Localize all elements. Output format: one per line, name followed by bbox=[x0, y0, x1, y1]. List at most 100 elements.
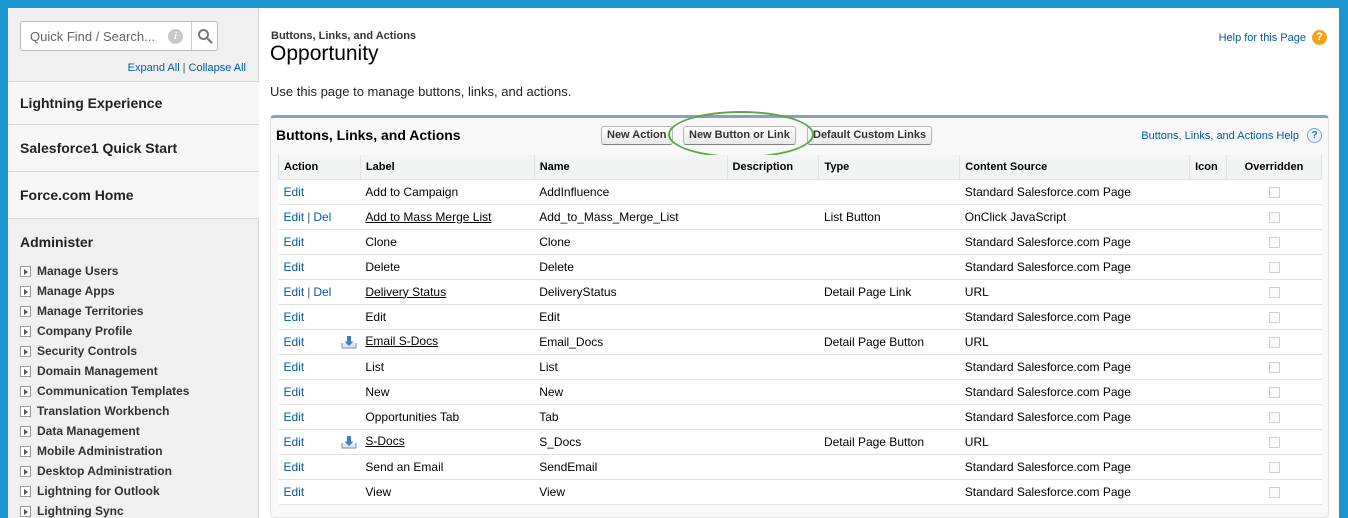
sidebar-item-label: Security Controls bbox=[37, 344, 138, 358]
help-for-page[interactable]: Help for this Page ? bbox=[1219, 30, 1327, 45]
edit-link[interactable]: Edit bbox=[284, 285, 305, 299]
help-icon[interactable]: ? bbox=[1312, 30, 1327, 45]
sidebar-item-desktop-administration[interactable]: Desktop Administration bbox=[20, 461, 189, 481]
name-cell: Tab bbox=[534, 404, 728, 430]
overridden-checkbox[interactable] bbox=[1268, 186, 1280, 198]
content-source-cell: Standard Salesforce.com Page bbox=[959, 179, 1190, 205]
sidebar-item-manage-apps[interactable]: Manage Apps bbox=[20, 281, 189, 301]
sidebar-item-manage-users[interactable]: Manage Users bbox=[20, 261, 189, 281]
sidebar-item-data-management[interactable]: Data Management bbox=[20, 421, 189, 441]
description-cell bbox=[727, 279, 819, 305]
sidebar-item-mobile-administration[interactable]: Mobile Administration bbox=[20, 441, 189, 461]
label-link[interactable]: Add to Mass Merge List bbox=[365, 210, 491, 224]
icon-cell bbox=[1189, 329, 1227, 355]
expand-triangle-icon bbox=[20, 405, 31, 417]
overridden-cell bbox=[1226, 479, 1322, 505]
description-cell bbox=[727, 179, 819, 205]
sidebar-item-translation-workbench[interactable]: Translation Workbench bbox=[20, 401, 189, 421]
collapse-all-link[interactable]: Collapse All bbox=[189, 62, 246, 74]
app-frame: i Expand All|Collapse All Lightning Expe… bbox=[8, 8, 1339, 518]
edit-link[interactable]: Edit bbox=[284, 260, 305, 274]
download-icon bbox=[341, 435, 357, 449]
sidebar-item-lightning-for-outlook[interactable]: Lightning for Outlook bbox=[20, 481, 189, 501]
del-link[interactable]: Del bbox=[313, 285, 331, 299]
name-cell: Delete bbox=[534, 254, 728, 280]
sidebar-item-label: Manage Territories bbox=[37, 304, 144, 318]
sidebar-item-domain-management[interactable]: Domain Management bbox=[20, 361, 189, 381]
icon-cell bbox=[1189, 279, 1227, 305]
overridden-checkbox[interactable] bbox=[1268, 336, 1280, 348]
column-header-content-source: Content Source bbox=[959, 155, 1191, 180]
overridden-checkbox[interactable] bbox=[1268, 311, 1280, 323]
expand-triangle-icon bbox=[20, 345, 31, 357]
overridden-checkbox[interactable] bbox=[1268, 411, 1280, 423]
search-button[interactable] bbox=[192, 22, 218, 50]
overridden-cell bbox=[1226, 329, 1322, 355]
expand-all-link[interactable]: Expand All bbox=[128, 62, 180, 74]
label-link[interactable]: S-Docs bbox=[365, 434, 404, 448]
edit-link[interactable]: Edit bbox=[284, 485, 305, 499]
sidebar-item-company-profile[interactable]: Company Profile bbox=[20, 321, 189, 341]
description-cell bbox=[727, 354, 819, 380]
administer-list: Manage Users Manage Apps Manage Territor… bbox=[20, 261, 189, 518]
expand-triangle-icon bbox=[20, 445, 31, 457]
name-cell: S_Docs bbox=[534, 429, 728, 455]
default-custom-links-button[interactable]: Default Custom Links bbox=[807, 126, 933, 145]
overridden-checkbox[interactable] bbox=[1268, 286, 1280, 298]
new-button-or-link-button[interactable]: New Button or Link bbox=[683, 126, 796, 145]
expand-separator: | bbox=[182, 62, 186, 74]
label-cell: Add to Mass Merge List bbox=[360, 204, 535, 230]
panel-help-link[interactable]: Buttons, Links, and Actions Help bbox=[1141, 130, 1299, 142]
edit-link[interactable]: Edit bbox=[284, 460, 305, 474]
sidebar-item-security-controls[interactable]: Security Controls bbox=[20, 341, 189, 361]
question-mark-icon[interactable]: ? bbox=[1307, 128, 1322, 143]
edit-link[interactable]: Edit bbox=[284, 385, 305, 399]
edit-link[interactable]: Edit bbox=[284, 185, 305, 199]
panel-help[interactable]: Buttons, Links, and Actions Help ? bbox=[1141, 128, 1322, 143]
panel-title: Buttons, Links, and Actions bbox=[276, 127, 461, 143]
overridden-checkbox[interactable] bbox=[1268, 261, 1280, 273]
edit-link[interactable]: Edit bbox=[284, 310, 305, 324]
edit-link[interactable]: Edit bbox=[284, 235, 305, 249]
sidebar-section-force-com-home[interactable]: Force.com Home bbox=[8, 172, 259, 219]
action-cell: Edit bbox=[278, 479, 361, 505]
description-cell bbox=[727, 379, 819, 405]
edit-link[interactable]: Edit bbox=[284, 360, 305, 374]
icon-cell bbox=[1189, 454, 1227, 480]
overridden-checkbox[interactable] bbox=[1268, 236, 1280, 248]
overridden-checkbox[interactable] bbox=[1268, 211, 1280, 223]
overridden-checkbox[interactable] bbox=[1268, 461, 1280, 473]
edit-link[interactable]: Edit bbox=[284, 335, 305, 349]
sidebar-item-label: Lightning Sync bbox=[37, 504, 124, 518]
info-icon[interactable]: i bbox=[168, 29, 183, 44]
overridden-checkbox[interactable] bbox=[1268, 436, 1280, 448]
help-for-page-link[interactable]: Help for this Page bbox=[1219, 32, 1306, 44]
label-text: Send an Email bbox=[365, 459, 444, 474]
edit-link[interactable]: Edit bbox=[284, 210, 305, 224]
sidebar-item-manage-territories[interactable]: Manage Territories bbox=[20, 301, 189, 321]
sidebar-item-label: Translation Workbench bbox=[37, 404, 170, 418]
edit-link[interactable]: Edit bbox=[284, 435, 305, 449]
label-link[interactable]: Delivery Status bbox=[365, 285, 446, 299]
overridden-checkbox[interactable] bbox=[1268, 361, 1280, 373]
column-header-action: Action bbox=[278, 155, 361, 180]
administer-heading: Administer bbox=[20, 234, 94, 250]
sidebar-item-lightning-sync[interactable]: Lightning Sync bbox=[20, 501, 189, 518]
edit-link[interactable]: Edit bbox=[284, 410, 305, 424]
del-link[interactable]: Del bbox=[313, 210, 331, 224]
sidebar-item-label: Company Profile bbox=[37, 324, 133, 338]
type-cell: Detail Page Button bbox=[818, 329, 960, 355]
content-source-cell: URL bbox=[959, 279, 1190, 305]
new-action-button[interactable]: New Action bbox=[601, 126, 673, 145]
quick-find-input[interactable] bbox=[21, 22, 161, 50]
type-cell bbox=[818, 479, 960, 505]
sidebar-section-lightning-experience[interactable]: Lightning Experience bbox=[8, 81, 259, 125]
sidebar-section-salesforce1-quick-start[interactable]: Salesforce1 Quick Start bbox=[8, 125, 259, 172]
page-title: Opportunity bbox=[270, 42, 379, 65]
overridden-checkbox[interactable] bbox=[1268, 486, 1280, 498]
label-link[interactable]: Email S-Docs bbox=[365, 334, 438, 348]
table-row: Edit Opportunities Tab Tab Standard Salesfo… bbox=[278, 404, 1322, 430]
overridden-checkbox[interactable] bbox=[1268, 386, 1280, 398]
description-cell bbox=[727, 479, 819, 505]
sidebar-item-communication-templates[interactable]: Communication Templates bbox=[20, 381, 189, 401]
